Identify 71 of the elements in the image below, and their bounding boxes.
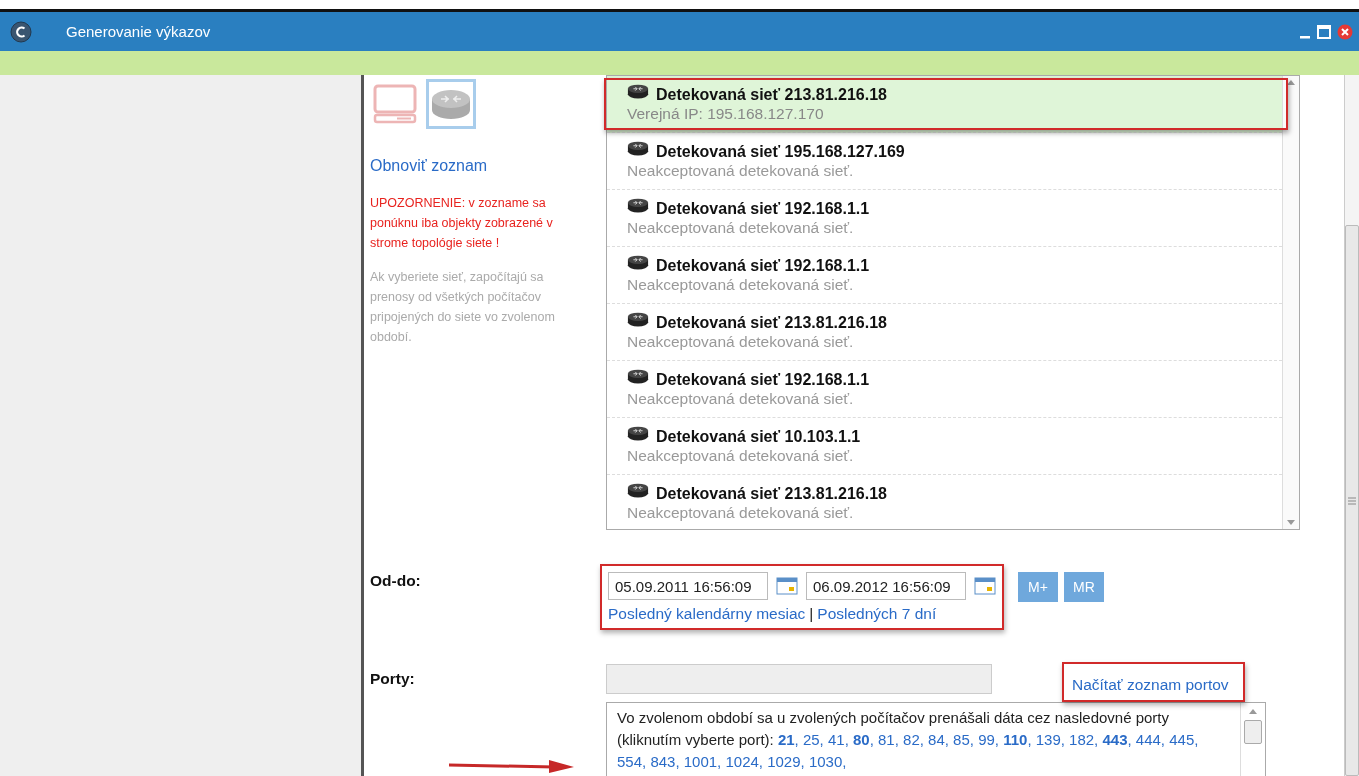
network-list-item[interactable]: Detekovaná sieť 10.103.1.1 Neakceptovaná detekovaná sieť.: [607, 418, 1282, 475]
computer-icon: [373, 84, 417, 124]
network-status: Verejná IP: 195.168.127.170: [627, 105, 825, 123]
port-link[interactable]: 84,: [928, 731, 949, 748]
network-title: Detekovaná sieť 213.81.216.18: [656, 485, 887, 503]
port-link[interactable]: 443,: [1102, 731, 1132, 748]
window-title: Generovanie výkazov: [66, 23, 212, 40]
port-link[interactable]: 1001,: [683, 753, 722, 770]
network-title: Detekovaná sieť 10.103.1.1: [656, 428, 861, 446]
port-link[interactable]: 1030,: [808, 753, 847, 770]
network-list-item[interactable]: Detekovaná sieť 192.168.1.1 Neakceptovaná detekovaná sieť.: [607, 190, 1282, 247]
quick-period-link[interactable]: Posledný kalendárny mesiac: [608, 605, 806, 622]
network-title: Detekovaná sieť 195.168.127.169: [656, 143, 905, 161]
network-status: Neakceptovaná detekovaná sieť.: [627, 219, 855, 237]
port-link[interactable]: 82,: [903, 731, 924, 748]
port-link[interactable]: 110,: [1003, 731, 1032, 748]
scroll-down-icon[interactable]: [1287, 520, 1295, 525]
calendar-icon[interactable]: [776, 577, 798, 595]
network-list-item[interactable]: Detekovaná sieť 195.168.127.169 Neakceptovaná detekovaná sieť.: [607, 133, 1282, 190]
date-field[interactable]: 05.09.2011 16:56:09: [608, 572, 768, 600]
maximize-icon[interactable]: [1317, 24, 1331, 39]
network-status: Neakceptovaná detekovaná sieť.: [627, 333, 855, 351]
ports-label: Porty:: [370, 669, 416, 688]
port-link[interactable]: 444,: [1135, 731, 1166, 748]
port-link[interactable]: 85,: [953, 731, 974, 748]
port-link[interactable]: 25,: [802, 731, 824, 748]
port-link[interactable]: 1024,: [725, 753, 763, 770]
ports-text: Vo zvolenom období sa u zvolených počítačov prenášali dáta cez nasledovné porty (kliknutím vyberte port): 21, 25, 41, 80, 81, 82, 84, 85, 99, 110, 139, 182, 443, 444, 445, 554, 843, 1001, 1024, 1029, 1030,: [616, 708, 1200, 772]
object-type-option[interactable]: [426, 79, 476, 129]
port-link[interactable]: 182,: [1069, 731, 1099, 748]
port-link[interactable]: 80,: [853, 731, 874, 748]
network-title: Detekovaná sieť 192.168.1.1: [656, 257, 870, 275]
page-scrollbar[interactable]: [1344, 75, 1359, 776]
network-list-item[interactable]: Detekovaná sieť 192.168.1.1 Neakceptovaná detekovaná sieť.: [607, 361, 1282, 418]
scroll-thumb[interactable]: [1244, 720, 1262, 744]
port-link[interactable]: 843,: [650, 753, 680, 770]
network-status: Neakceptovaná detekovaná sieť.: [627, 276, 855, 294]
scroll-up-icon[interactable]: [1249, 709, 1257, 714]
port-link[interactable]: 21,: [777, 731, 799, 748]
date-field[interactable]: 06.09.2012 16:56:09: [806, 572, 966, 600]
scroll-up-icon[interactable]: [1287, 80, 1295, 85]
port-link[interactable]: 139,: [1035, 731, 1065, 748]
network-status: Neakceptovaná detekovaná sieť.: [627, 162, 855, 180]
network-title: Detekovaná sieť 192.168.1.1: [656, 200, 870, 218]
network-list-item[interactable]: Detekovaná sieť 213.81.216.18 Neakceptovaná detekovaná sieť.: [607, 304, 1282, 361]
network-title: Detekovaná sieť 213.81.216.18: [656, 86, 887, 104]
network-status: Neakceptovaná detekovaná sieť.: [627, 390, 855, 408]
port-link[interactable]: 1029,: [767, 753, 805, 770]
network-title: Detekovaná sieť 213.81.216.18: [656, 314, 887, 332]
network-status: Neakceptovaná detekovaná sieť.: [627, 447, 855, 465]
network-title: Detekovaná sieť 192.168.1.1: [656, 371, 870, 389]
scrollbar[interactable]: [1282, 76, 1299, 529]
quick-period-link[interactable]: Posledných 7 dní: [817, 605, 937, 622]
calendar-icon[interactable]: [974, 577, 996, 595]
network-status: Neakceptovaná detekovaná sieť.: [627, 504, 855, 522]
link-separator: |: [809, 605, 814, 622]
port-link[interactable]: 554,: [617, 753, 647, 770]
info-text: Ak vyberiete sieť, započítajú sa prenosy od všetkých počítačov pripojených do siete vo zvolenom období.: [370, 269, 556, 346]
port-link[interactable]: 81,: [878, 731, 899, 748]
close-icon[interactable]: [1337, 23, 1353, 40]
load-ports-link[interactable]: Načítať zoznam portov: [1062, 662, 1245, 702]
app-logo-icon: [10, 20, 32, 43]
network-list-item[interactable]: Detekovaná sieť 213.81.216.18 Verejná IP: 195.168.127.170: [607, 76, 1282, 133]
refresh-link[interactable]: Obnoviť zoznam: [370, 157, 488, 175]
network-list-item[interactable]: Detekovaná sieť 192.168.1.1 Neakceptovaná detekovaná sieť.: [607, 247, 1282, 304]
period-label: Od-do:: [370, 571, 422, 590]
port-link[interactable]: 41,: [827, 731, 849, 748]
port-link[interactable]: 99,: [978, 731, 999, 748]
grip-icon: [1348, 496, 1356, 505]
warning-text: UPOZORNENIE: v zozname sa ponúknu iba objekty zobrazené v strome topológie siete !: [370, 195, 554, 252]
port-link[interactable]: 445,: [1169, 731, 1199, 748]
